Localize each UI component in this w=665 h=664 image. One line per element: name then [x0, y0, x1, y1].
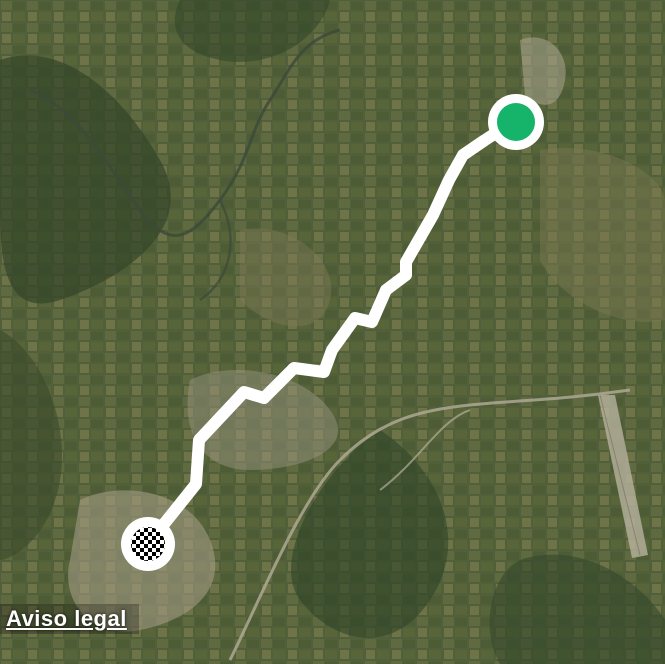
checkered-finish-flag-icon	[131, 527, 165, 561]
finish-marker[interactable]	[121, 517, 175, 571]
legal-notice-bar: Aviso legal	[0, 604, 139, 634]
legal-notice-link[interactable]: Aviso legal	[6, 606, 127, 631]
start-point-icon	[497, 103, 535, 141]
satellite-map[interactable]	[0, 0, 665, 664]
start-marker[interactable]	[488, 94, 544, 150]
satellite-imagery	[0, 0, 665, 664]
